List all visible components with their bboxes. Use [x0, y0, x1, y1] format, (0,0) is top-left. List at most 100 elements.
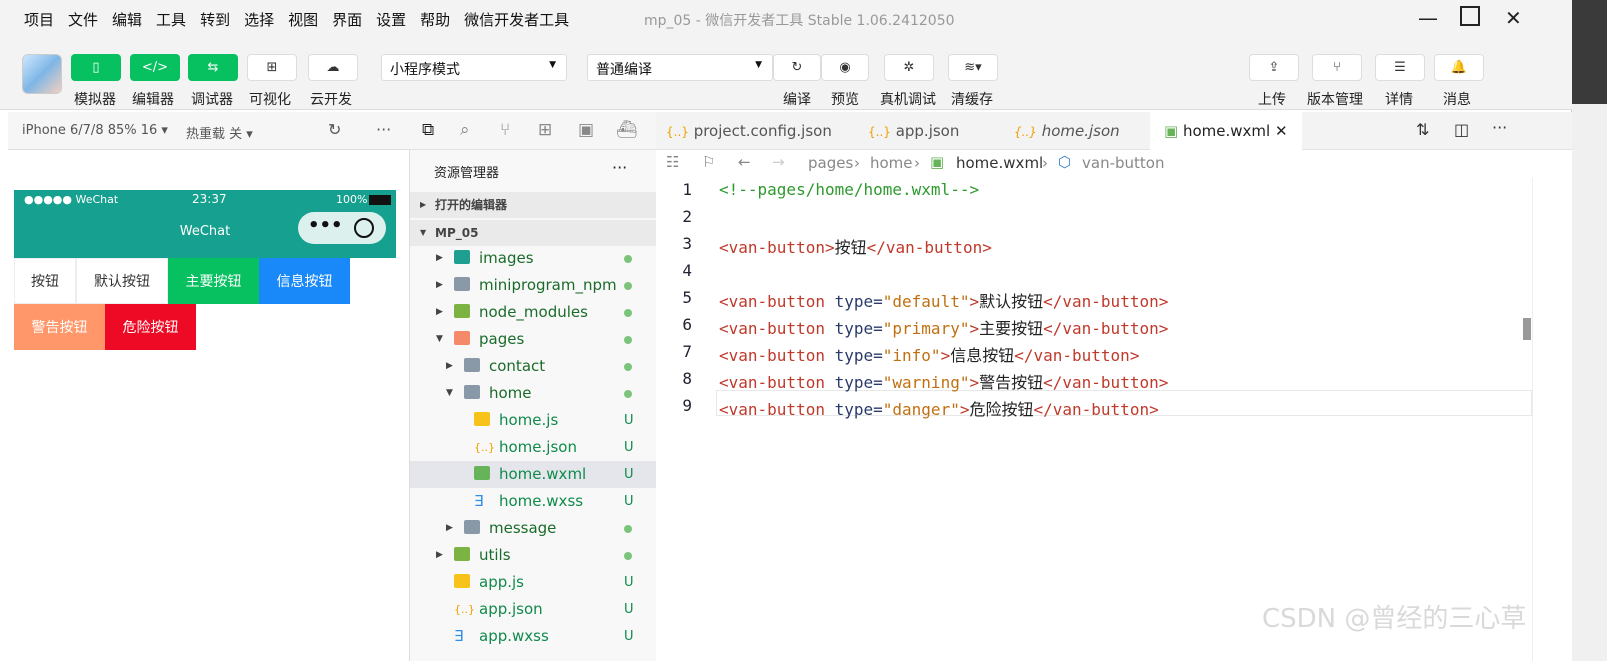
tree-item-home[interactable]: ▼ home — [410, 380, 656, 407]
bookmark-icon[interactable]: ⚐ — [702, 153, 715, 171]
branch-icon: ⑂ — [1333, 60, 1341, 75]
menu-item-project[interactable]: 项目 — [24, 9, 54, 30]
editor-button[interactable]: </> — [130, 54, 180, 81]
close-icon[interactable]: ✕ — [1275, 122, 1288, 140]
tree-item-app-js[interactable]: app.js U — [410, 569, 656, 596]
menu-item-view[interactable]: 视图 — [288, 9, 318, 30]
upload-button[interactable]: ⇪ — [1249, 54, 1299, 81]
tab-app-json[interactable]: {..} app.json — [868, 112, 998, 150]
tree-item-app-json[interactable]: {..} app.json U — [410, 596, 656, 623]
primary-button[interactable]: 主要按钮 — [168, 258, 259, 304]
cloud-button[interactable]: ☁ — [308, 54, 358, 81]
code-tag: <van-button> — [719, 238, 835, 257]
tree-item-label: utils — [479, 546, 511, 564]
tree-item-home-wxss[interactable]: ∃ home.wxss U — [410, 488, 656, 515]
tree-item-node-modules[interactable]: ▶ node_modules — [410, 299, 656, 326]
files-icon[interactable]: ⧉ — [422, 120, 434, 140]
code-editor[interactable]: 1 2 3 4 5 6 7 8 9 <!--pages/home/home.wx… — [656, 178, 1532, 661]
mode-select[interactable]: 小程序模式 ▼ — [381, 54, 567, 81]
minimize-icon[interactable]: — — [1418, 6, 1438, 30]
menu-item-devtools[interactable]: 微信开发者工具 — [464, 9, 569, 30]
git-icon[interactable]: ⑂ — [500, 120, 510, 140]
clear-cache-button[interactable]: ≋▾ — [948, 54, 998, 81]
preview-button[interactable]: ◉ — [821, 54, 869, 81]
close-icon[interactable]: ✕ — [1505, 6, 1522, 30]
scrollbar-thumb[interactable] — [1523, 318, 1531, 340]
docker-icon[interactable]: ⛴ — [616, 120, 638, 140]
more-icon[interactable]: ••• — [308, 204, 343, 248]
json-file-icon: {..} — [666, 125, 689, 139]
layout-icon[interactable]: ▣ — [578, 120, 594, 140]
mode-select-value: 小程序模式 — [390, 62, 460, 78]
code-string: "warning" — [882, 373, 970, 392]
clock: 23:37 — [192, 192, 227, 206]
compare-icon[interactable]: ⇅ — [1416, 120, 1429, 139]
folder-icon — [464, 358, 480, 372]
visual-button[interactable]: ⊞ — [247, 54, 297, 81]
tab-project-config-json[interactable]: {..} project.config.json — [666, 112, 856, 150]
breadcrumb-file[interactable]: home.wxml — [956, 154, 1043, 172]
rotate-icon[interactable]: ↻ — [328, 120, 341, 139]
project-section[interactable]: ▼ MP_05 — [410, 220, 656, 246]
menu-item-help[interactable]: 帮助 — [420, 9, 450, 30]
menu-item-file[interactable]: 文件 — [68, 9, 98, 30]
search-icon[interactable]: ⌕ — [460, 120, 470, 140]
breadcrumb-symbol[interactable]: van-button — [1082, 154, 1164, 172]
capsule-menu[interactable]: ••• — [298, 212, 386, 244]
menu-item-tools[interactable]: 工具 — [156, 9, 186, 30]
tree-item-app-wxss[interactable]: ∃ app.wxss U — [410, 623, 656, 650]
breadcrumb-home[interactable]: home — [870, 154, 913, 172]
maximize-icon[interactable] — [1460, 6, 1480, 26]
capsule-close-icon[interactable] — [354, 218, 374, 238]
more-icon[interactable]: ··· — [612, 158, 627, 177]
tree-item-pages[interactable]: ▼ pages — [410, 326, 656, 353]
menu-item-settings[interactable]: 设置 — [376, 9, 406, 30]
plain-button[interactable]: 按钮 — [14, 258, 76, 304]
tree-item-utils[interactable]: ▶ utils — [410, 542, 656, 569]
tab-home-wxml[interactable]: ▣ home.wxml ✕ — [1150, 112, 1302, 150]
menu-item-select[interactable]: 选择 — [244, 9, 274, 30]
split-editor-icon[interactable]: ◫ — [1454, 120, 1469, 139]
compile-button[interactable]: ↻ — [773, 54, 821, 81]
menu-item-edit[interactable]: 编辑 — [112, 9, 142, 30]
menu-item-goto[interactable]: 转到 — [200, 9, 230, 30]
tree-item-images[interactable]: ▶ images — [410, 245, 656, 272]
tab-home-json[interactable]: {..} home.json — [1014, 112, 1144, 150]
extensions-icon[interactable]: ⊞ — [538, 120, 552, 140]
danger-button[interactable]: 危险按钮 — [105, 304, 196, 350]
tree-item-contact[interactable]: ▶ contact — [410, 353, 656, 380]
tree-item-miniprogram-npm[interactable]: ▶ miniprogram_npm — [410, 272, 656, 299]
hot-reload-toggle[interactable]: 热重载 关 ▾ — [186, 123, 253, 142]
more-icon[interactable]: ··· — [1492, 118, 1507, 137]
messages-button[interactable]: 🔔 — [1434, 54, 1484, 81]
details-button[interactable]: ☰ — [1375, 54, 1425, 81]
forward-icon[interactable]: → — [772, 153, 785, 171]
compile-select[interactable]: 普通编译 ▼ — [587, 54, 773, 81]
list-icon[interactable]: ☷ — [666, 153, 679, 171]
explorer-panel: 资源管理器 ··· ▶ 打开的编辑器 ▼ MP_05 ▶ images ▶ minipr… — [410, 150, 656, 661]
tree-item-home-json[interactable]: {..} home.json U — [410, 434, 656, 461]
code-tag: <van-button — [719, 400, 835, 419]
open-editors-section[interactable]: ▶ 打开的编辑器 — [410, 192, 656, 218]
tree-item-home-wxml[interactable]: home.wxml U — [410, 461, 656, 488]
git-status: U — [624, 494, 634, 509]
device-select[interactable]: iPhone 6/7/8 85% 16 ▾ — [22, 123, 168, 138]
minimap[interactable] — [1523, 178, 1572, 661]
info-button[interactable]: 信息按钮 — [259, 258, 350, 304]
menu-item-interface[interactable]: 界面 — [332, 9, 362, 30]
chevron-down-icon: ▼ — [755, 60, 762, 70]
debugger-button[interactable]: ⇆ — [188, 54, 238, 81]
real-debug-button[interactable]: ✲ — [884, 54, 934, 81]
default-button[interactable]: 默认按钮 — [76, 258, 168, 304]
avatar[interactable] — [22, 54, 62, 94]
back-icon[interactable]: ← — [738, 153, 751, 171]
warning-button[interactable]: 警告按钮 — [14, 304, 105, 350]
code-tag: > — [969, 319, 980, 338]
tree-item-home-js[interactable]: home.js U — [410, 407, 656, 434]
version-button[interactable]: ⑂ — [1312, 54, 1362, 81]
simulator-button[interactable]: ▯ — [71, 54, 121, 81]
git-status: U — [624, 413, 634, 428]
more-icon[interactable]: ··· — [376, 120, 391, 139]
tree-item-message[interactable]: ▶ message — [410, 515, 656, 542]
breadcrumb-pages[interactable]: pages — [808, 154, 853, 172]
